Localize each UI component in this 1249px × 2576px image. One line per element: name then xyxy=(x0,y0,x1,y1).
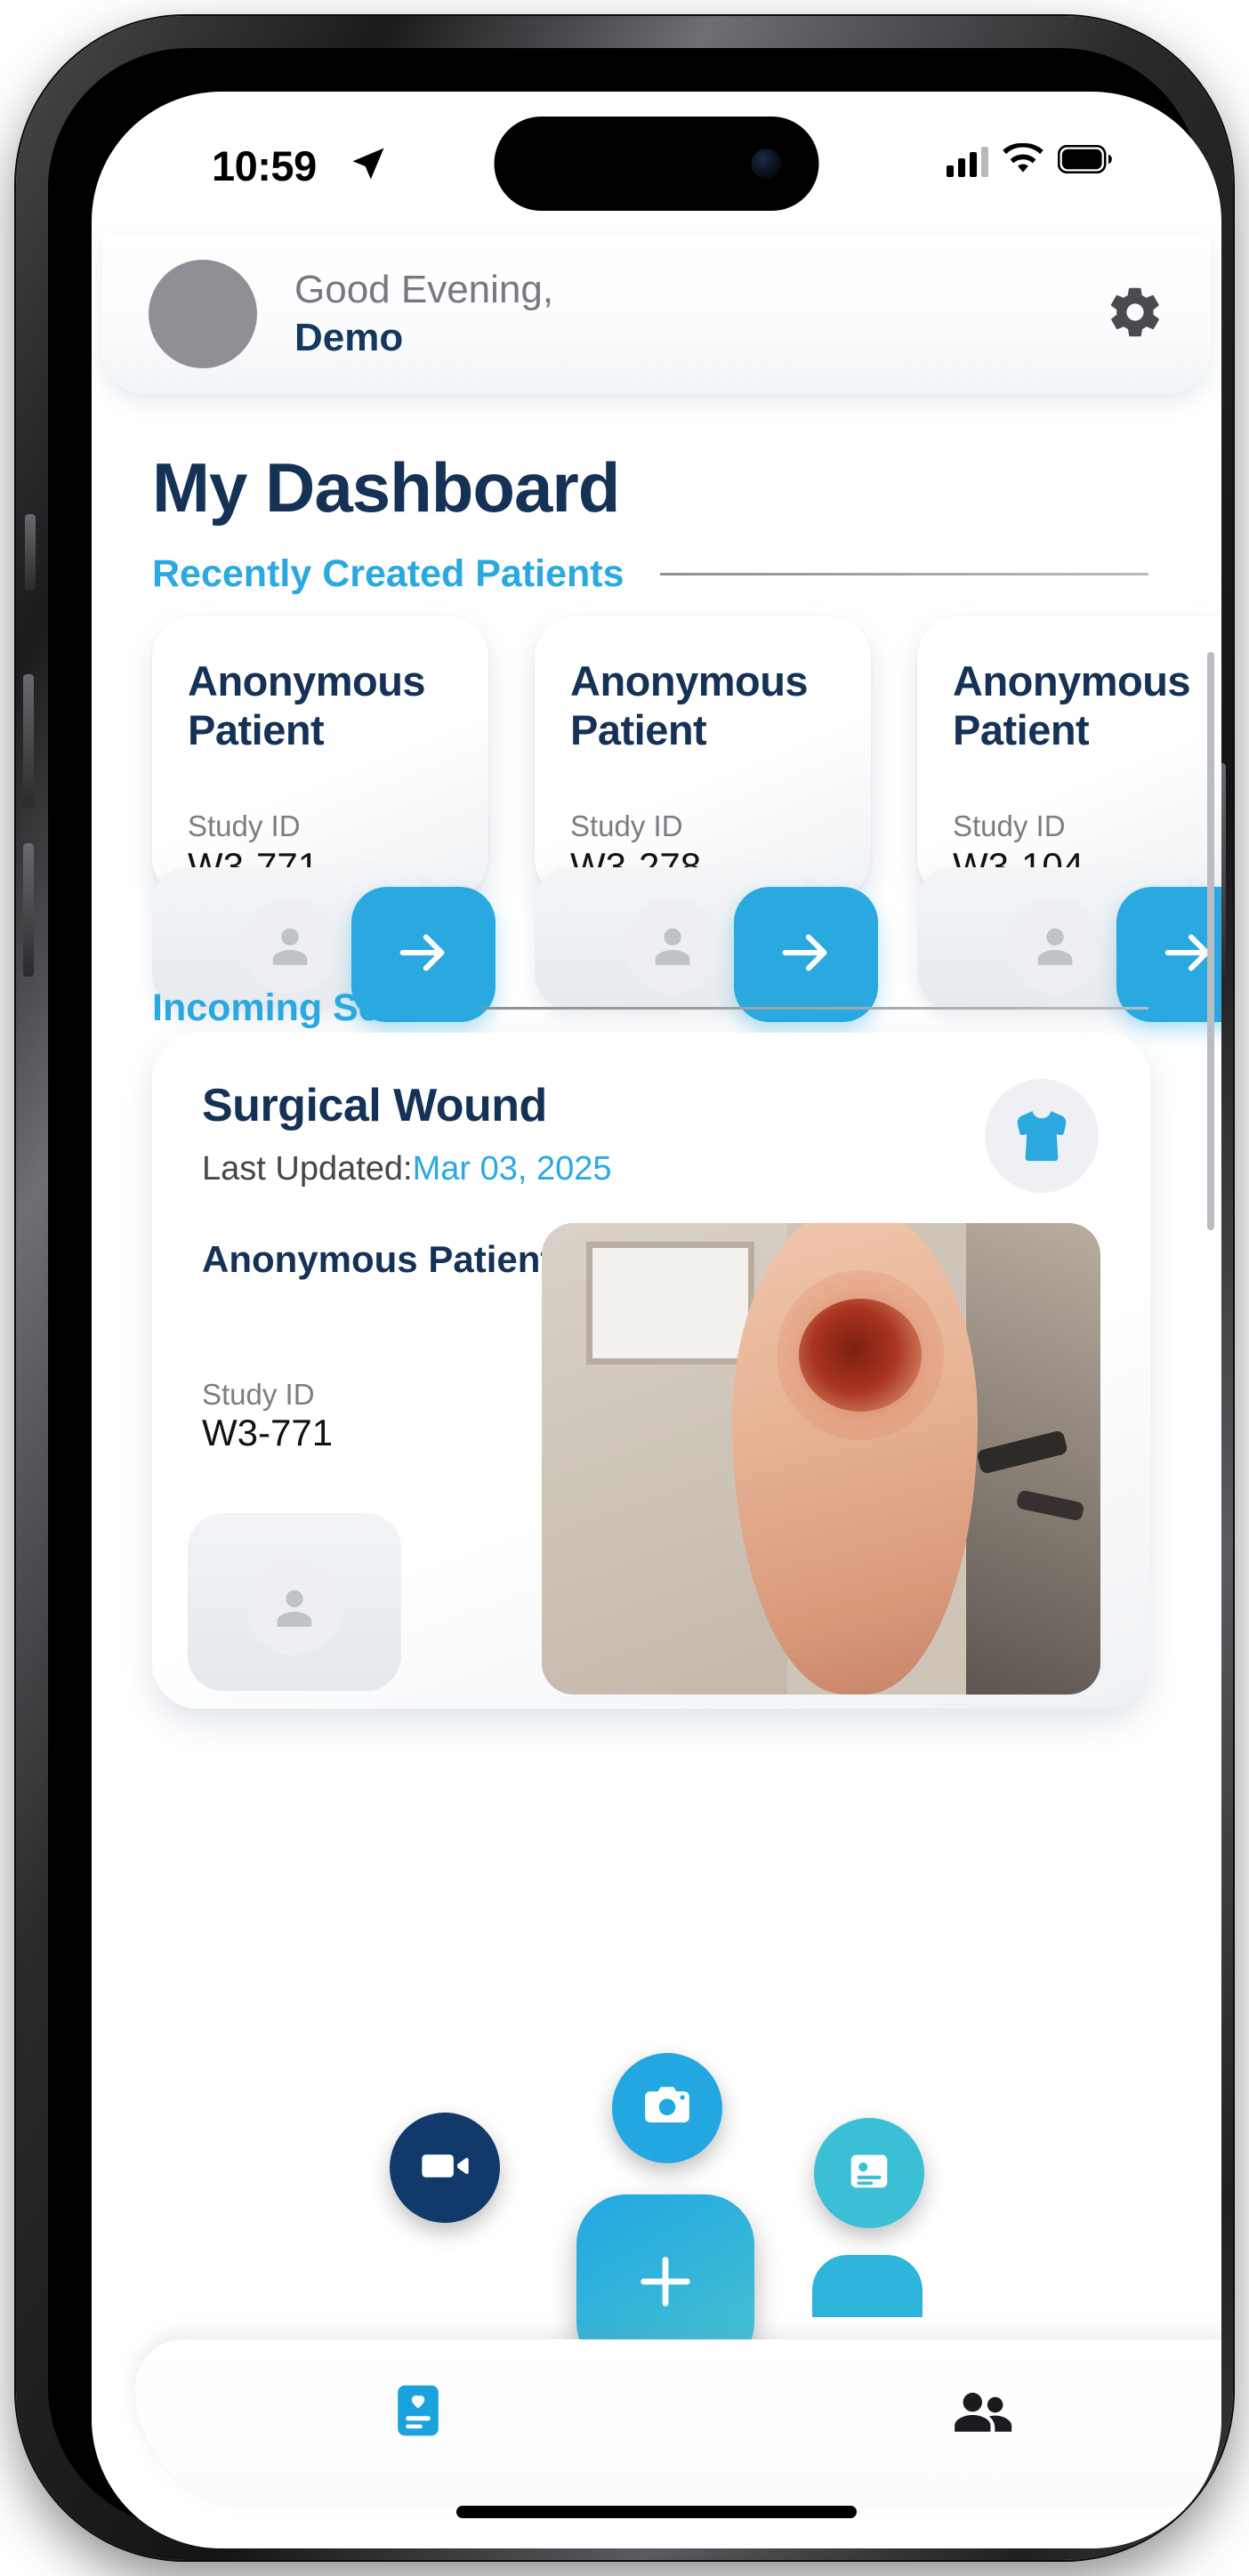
person-icon xyxy=(246,1559,342,1655)
arrow-right-icon xyxy=(392,922,455,988)
patient-card[interactable]: Anonymous Patient Study ID W3-104 xyxy=(917,616,1221,899)
study-id-label: Study ID xyxy=(188,809,301,843)
arrow-right-icon xyxy=(775,922,837,988)
user-name: Demo xyxy=(294,316,404,359)
battery-full-icon xyxy=(1057,144,1113,178)
section-header-incoming-scans: Incoming Scans xyxy=(152,986,1148,1030)
study-id-label: Study ID xyxy=(570,809,683,843)
medical-record-icon xyxy=(386,2379,450,2447)
tab-patients[interactable] xyxy=(885,2379,1081,2452)
page-title: My Dashboard xyxy=(152,448,620,527)
status-indicators xyxy=(947,142,1113,180)
section-divider xyxy=(659,573,1148,576)
silent-switch[interactable] xyxy=(25,514,36,591)
phone-frame: 10:59 Good Evening, Demo My Dashboard Re… xyxy=(16,16,1233,2560)
greeting-text-group: Good Evening, Demo xyxy=(294,266,553,361)
location-arrow-icon xyxy=(350,145,387,187)
section-label-recent-patients: Recently Created Patients xyxy=(152,552,624,595)
note-card-icon xyxy=(843,2145,895,2202)
add-note-button[interactable] xyxy=(814,2118,924,2228)
patient-name: Anonymous Patient xyxy=(570,657,809,753)
patient-name: Anonymous Patient xyxy=(953,657,1191,753)
phone-screen: 10:59 Good Evening, Demo My Dashboard Re… xyxy=(92,92,1221,2548)
dynamic-island xyxy=(494,117,819,211)
home-indicator[interactable] xyxy=(456,2506,857,2518)
patient-card[interactable]: Anonymous Patient Study ID W3-278 xyxy=(535,616,871,899)
section-header-recent-patients: Recently Created Patients xyxy=(152,552,1148,596)
scan-title: Surgical Wound xyxy=(202,1080,547,1131)
study-id-label: Study ID xyxy=(953,809,1066,843)
tab-records[interactable] xyxy=(320,2379,516,2447)
scan-patient-name: Anonymous Patient xyxy=(202,1238,553,1280)
video-camera-icon xyxy=(416,2137,473,2199)
scan-updated-date: Mar 03, 2025 xyxy=(412,1150,612,1187)
incoming-scan-card[interactable]: Surgical Wound Last Updated:Mar 03, 2025… xyxy=(152,1033,1150,1709)
person-icon xyxy=(1007,898,1103,994)
people-icon xyxy=(948,2379,1018,2452)
plus-icon xyxy=(627,2243,704,2324)
section-divider xyxy=(480,1007,1148,1010)
scan-study-id-value: W3-771 xyxy=(202,1412,334,1453)
recent-patients-row[interactable]: Anonymous Patient Study ID W3-771 Anonym… xyxy=(92,600,1221,1022)
cellular-signal-icon xyxy=(947,146,988,177)
wound-photo-thumbnail[interactable] xyxy=(542,1223,1100,1695)
volume-up-button[interactable] xyxy=(23,674,34,808)
scan-updated-label: Last Updated: xyxy=(202,1150,413,1187)
record-video-button[interactable] xyxy=(390,2113,500,2223)
secondary-action-button[interactable] xyxy=(812,2255,923,2317)
status-time: 10:59 xyxy=(212,142,317,189)
scan-study-id-label: Study ID xyxy=(202,1378,315,1411)
wifi-icon xyxy=(1003,142,1044,180)
patient-card[interactable]: Anonymous Patient Study ID W3-771 xyxy=(152,616,488,899)
phone-bezel: 10:59 Good Evening, Demo My Dashboard Re… xyxy=(48,48,1221,2548)
person-icon xyxy=(242,898,338,994)
greeting-message: Good Evening, xyxy=(294,268,554,312)
bottom-tab-bar[interactable] xyxy=(135,2339,1221,2505)
take-photo-button[interactable] xyxy=(612,2053,722,2163)
scan-last-updated: Last Updated:Mar 03, 2025 xyxy=(202,1150,1100,1188)
gear-icon[interactable] xyxy=(1106,283,1164,346)
body-torso-icon[interactable] xyxy=(985,1079,1099,1193)
front-camera xyxy=(751,149,782,179)
scrollbar[interactable] xyxy=(1207,652,1214,1230)
person-icon xyxy=(624,898,721,994)
section-label-incoming-scans: Incoming Scans xyxy=(152,986,446,1029)
scan-avatar-chip[interactable] xyxy=(188,1513,401,1691)
avatar[interactable] xyxy=(149,260,257,368)
patient-name: Anonymous Patient xyxy=(188,657,426,753)
volume-down-button[interactable] xyxy=(23,843,34,977)
camera-icon xyxy=(640,2079,695,2138)
status-bar: 10:59 xyxy=(92,92,1221,225)
greeting-header: Good Evening, Demo xyxy=(102,234,1211,394)
